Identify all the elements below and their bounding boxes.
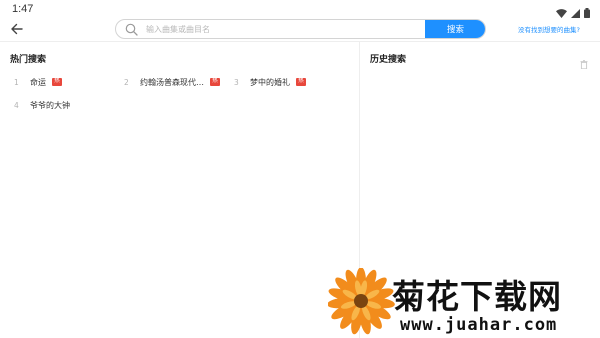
hot-search-item[interactable]: 2 约翰汤普森现代… 热 [124, 76, 220, 88]
wifi-icon [556, 3, 567, 22]
hot-search-text: 约翰汤普森现代… [140, 77, 204, 87]
flower-logo-icon [328, 268, 395, 335]
trash-icon [580, 60, 588, 70]
hot-search-title: 热门搜索 [10, 55, 47, 65]
hot-search-rank: 2 [124, 77, 129, 87]
hot-badge: 热 [210, 78, 220, 86]
status-time: 1:47 [12, 3, 34, 15]
watermark: 菊花下载网 www.juahar.com [328, 268, 600, 338]
hot-search-text: 命运 [30, 77, 46, 87]
clear-history-button[interactable] [580, 54, 588, 70]
back-arrow-icon [11, 23, 23, 35]
history-search-title: 历史搜索 [370, 55, 407, 65]
request-songbook-link[interactable]: 没有找到想要的曲集? [518, 24, 580, 34]
header-divider [0, 41, 600, 42]
hot-search-rank: 3 [234, 77, 239, 87]
hot-search-item[interactable]: 4 爷爷的大钟 [14, 99, 70, 111]
hot-search-rank: 4 [14, 100, 19, 110]
search-icon [125, 23, 138, 36]
watermark-title: 菊花下载网 [392, 277, 562, 316]
hot-search-rank: 1 [14, 77, 19, 87]
battery-icon [584, 3, 590, 22]
watermark-url: www.juahar.com [400, 315, 558, 335]
status-bar: 1:47 [0, 0, 600, 18]
hot-badge: 热 [296, 78, 306, 86]
search-input[interactable] [146, 20, 424, 38]
song-search-screen: 1:47 搜索 没有找到想要的曲集? 热门搜索 [0, 0, 600, 338]
signal-icon [571, 3, 580, 22]
hot-search-item[interactable]: 1 命运 热 [14, 76, 62, 88]
search-bar: 搜索 [115, 19, 486, 39]
hot-search-item[interactable]: 3 梦中的婚礼 热 [234, 76, 306, 88]
hot-search-text: 梦中的婚礼 [250, 77, 290, 87]
hot-badge: 热 [52, 78, 62, 86]
back-button[interactable] [8, 21, 26, 37]
search-button[interactable]: 搜索 [425, 20, 485, 38]
status-icons [556, 3, 590, 22]
hot-search-text: 爷爷的大钟 [30, 100, 70, 110]
